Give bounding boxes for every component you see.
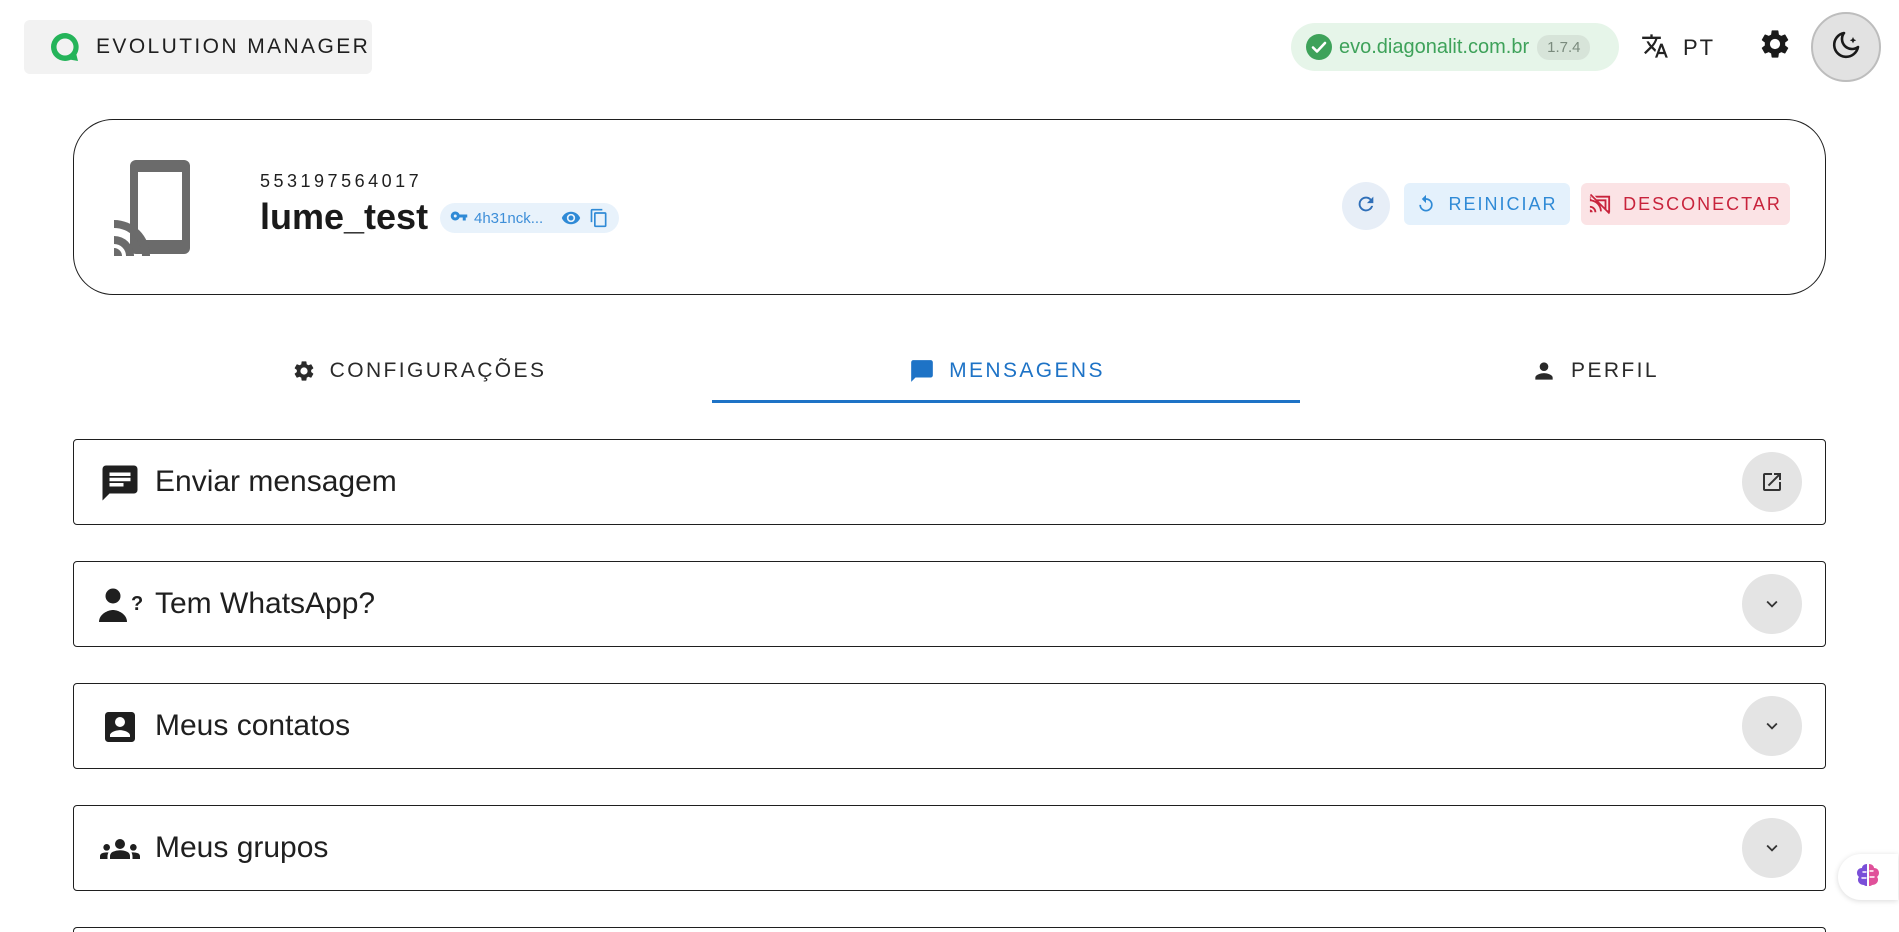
tab-label: MENSAGENS xyxy=(949,359,1105,382)
refresh-button[interactable] xyxy=(1342,182,1390,230)
person-icon xyxy=(1535,362,1553,380)
api-token-chip: 4h31nck... xyxy=(440,203,620,233)
section-title: Meus grupos xyxy=(155,831,329,864)
open-external-icon xyxy=(1763,473,1781,491)
translate-icon xyxy=(1641,32,1669,65)
chevron-down-icon xyxy=(1766,600,1778,608)
instance-tabs: CONFIGURAÇÕES MENSAGENS PERFIL xyxy=(125,340,1889,403)
expand-button[interactable] xyxy=(1742,818,1802,878)
eye-icon[interactable] xyxy=(561,208,581,228)
restart-label: REINICIAR xyxy=(1448,193,1558,214)
language-label: PT xyxy=(1683,35,1716,60)
brain-icon xyxy=(1853,860,1883,895)
chevron-down-icon xyxy=(1766,844,1778,852)
disconnect-label: DESCONECTAR xyxy=(1623,193,1782,214)
settings-button[interactable] xyxy=(1753,24,1797,68)
tab-configuracoes[interactable]: CONFIGURAÇÕES xyxy=(125,340,713,402)
moon-stars-icon xyxy=(1829,28,1863,67)
active-tab-indicator xyxy=(712,400,1300,403)
chevron-down-icon xyxy=(1766,722,1778,730)
section-meus-contatos[interactable]: Meus contatos xyxy=(73,683,1826,769)
tab-label: CONFIGURAÇÕES xyxy=(329,359,547,382)
section-title: Enviar mensagem xyxy=(155,465,397,498)
section-next-partial xyxy=(73,927,1826,932)
groups-icon xyxy=(98,828,142,870)
copy-icon[interactable] xyxy=(589,208,609,228)
contact-card-icon xyxy=(98,706,142,748)
svg-text:?: ? xyxy=(131,593,142,615)
message-icon xyxy=(911,360,933,382)
key-icon xyxy=(450,207,468,230)
gear-icon xyxy=(1758,27,1792,66)
instance-name: lume_test xyxy=(260,196,429,237)
app-brand[interactable]: EVOLUTION MANAGER xyxy=(24,20,372,74)
chat-bubble-logo-icon xyxy=(48,30,82,64)
restart-icon xyxy=(1419,194,1434,212)
expand-button[interactable] xyxy=(1742,574,1802,634)
instance-number: 553197564017 xyxy=(260,171,423,191)
server-url: evo.diagonalit.com.br xyxy=(1339,35,1530,58)
chat-lines-icon xyxy=(98,462,142,504)
section-meus-grupos[interactable]: Meus grupos xyxy=(73,805,1826,891)
refresh-icon xyxy=(1355,193,1377,220)
server-status-badge[interactable]: evo.diagonalit.com.br 1.7.4 xyxy=(1291,23,1619,71)
person-question-icon: ? xyxy=(98,584,142,626)
device-cast-icon xyxy=(114,158,194,258)
open-external-button[interactable] xyxy=(1742,452,1802,512)
section-title: Meus contatos xyxy=(155,709,351,742)
section-title: Tem WhatsApp? xyxy=(155,587,376,620)
app-title: EVOLUTION MANAGER xyxy=(96,35,371,58)
tab-mensagens[interactable]: MENSAGENS xyxy=(713,340,1301,402)
tab-perfil[interactable]: PERFIL xyxy=(1301,340,1889,402)
check-circle-icon xyxy=(1305,33,1333,61)
restart-button[interactable]: REINICIAR xyxy=(1404,183,1570,225)
assistant-widget-button[interactable] xyxy=(1838,854,1898,900)
instance-card: 553197564017 lume_test 4h31nck... REINIC… xyxy=(73,119,1826,295)
tab-label: PERFIL xyxy=(1571,359,1659,382)
cast-off-icon xyxy=(1589,193,1611,215)
theme-toggle-button[interactable] xyxy=(1811,12,1881,82)
gear-icon xyxy=(294,361,313,381)
expand-button[interactable] xyxy=(1742,696,1802,756)
section-enviar-mensagem[interactable]: Enviar mensagem xyxy=(73,439,1826,525)
section-tem-whatsapp[interactable]: ? Tem WhatsApp? xyxy=(73,561,1826,647)
version-badge: 1.7.4 xyxy=(1537,34,1591,60)
disconnect-button[interactable]: DESCONECTAR xyxy=(1581,183,1790,225)
language-selector[interactable]: PT xyxy=(1641,30,1715,66)
token-value: 4h31nck... xyxy=(474,209,544,227)
